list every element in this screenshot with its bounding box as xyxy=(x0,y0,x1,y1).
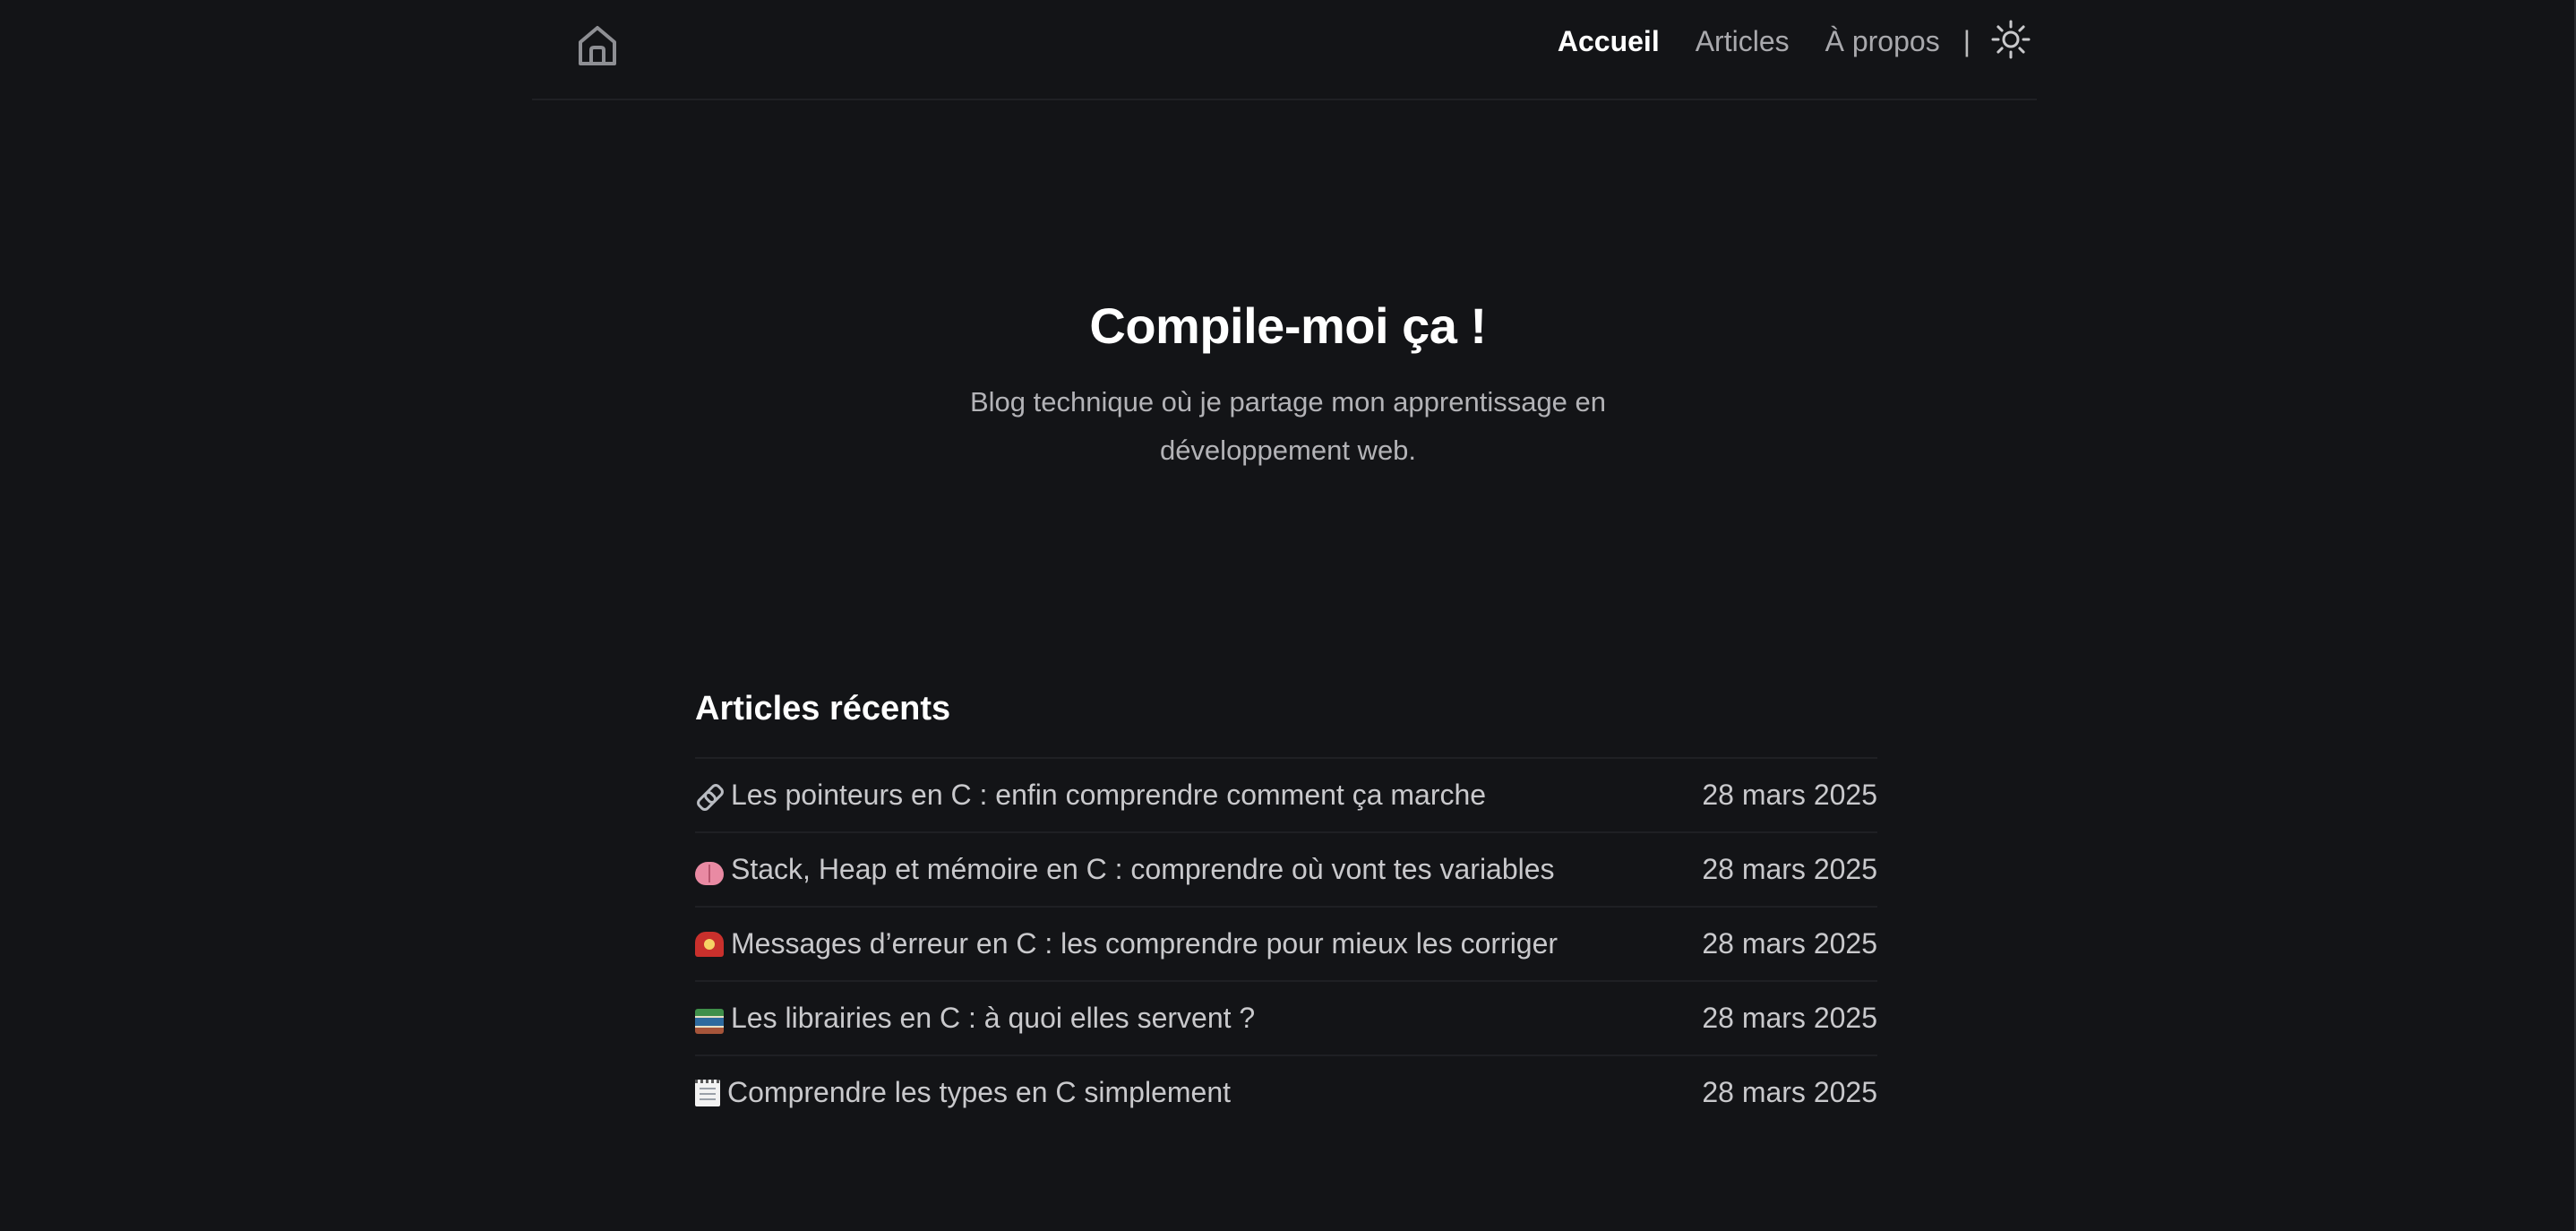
page-subtitle: Blog technique où je partage mon apprent… xyxy=(969,386,1607,466)
nav-item-accueil[interactable]: Accueil xyxy=(1558,25,1660,58)
recent-articles-heading: Articles récents xyxy=(695,690,951,727)
recent-articles: Articles récents Les pointeurs en C : en… xyxy=(695,681,1877,1129)
home-icon xyxy=(577,23,618,73)
article-date: 28 mars 2025 xyxy=(1702,1002,1877,1034)
brain-emoji-icon xyxy=(695,861,724,885)
page-title: Compile-moi ça ! xyxy=(1089,297,1487,354)
article-date: 28 mars 2025 xyxy=(1702,853,1877,885)
main-nav: Accueil Articles À propos | xyxy=(1522,0,2037,82)
article-title: Les librairies en C : à quoi elles serve… xyxy=(731,1002,1256,1034)
article-title-link[interactable]: Messages d’erreur en C : les comprendre … xyxy=(695,927,1558,960)
article-title: Stack, Heap et mémoire en C : comprendre… xyxy=(731,853,1555,885)
theme-toggle-button[interactable] xyxy=(1990,20,2031,64)
nav-separator: | xyxy=(1962,24,1971,57)
page: Accueil Articles À propos | Compile-moi … xyxy=(0,0,2576,1231)
article-row[interactable]: Les pointeurs en C : enfin comprendre co… xyxy=(695,757,1877,831)
nav-item-a-propos[interactable]: À propos xyxy=(1825,25,1940,58)
article-date: 28 mars 2025 xyxy=(1702,779,1877,811)
article-list: Les pointeurs en C : enfin comprendre co… xyxy=(695,757,1877,1129)
article-row[interactable]: Comprendre les types en C simplement 28 … xyxy=(695,1055,1877,1129)
article-title-link[interactable]: Les librairies en C : à quoi elles serve… xyxy=(695,1002,1255,1035)
article-date: 28 mars 2025 xyxy=(1702,1076,1877,1108)
article-title-link[interactable]: Les pointeurs en C : enfin comprendre co… xyxy=(695,779,1486,812)
nav-item-articles[interactable]: Articles xyxy=(1696,25,1790,58)
sun-icon xyxy=(1991,20,2031,64)
article-title: Messages d’erreur en C : les comprendre … xyxy=(731,927,1558,960)
article-row[interactable]: Stack, Heap et mémoire en C : comprendre… xyxy=(695,831,1877,906)
books-emoji-icon xyxy=(695,1008,724,1034)
article-row[interactable]: Les librairies en C : à quoi elles serve… xyxy=(695,980,1877,1055)
article-row[interactable]: Messages d’erreur en C : les comprendre … xyxy=(695,906,1877,980)
site-header: Accueil Articles À propos | xyxy=(532,0,2037,100)
article-title-link[interactable]: Comprendre les types en C simplement xyxy=(695,1076,1231,1109)
article-title: Comprendre les types en C simplement xyxy=(727,1076,1232,1108)
article-title-link[interactable]: Stack, Heap et mémoire en C : comprendre… xyxy=(695,853,1555,886)
notepad-emoji-icon xyxy=(695,1079,720,1106)
article-date: 28 mars 2025 xyxy=(1702,927,1877,960)
home-link[interactable] xyxy=(571,22,623,73)
article-title: Les pointeurs en C : enfin comprendre co… xyxy=(731,779,1487,811)
link-emoji-icon xyxy=(695,781,724,810)
hero: Compile-moi ça ! Blog technique où je pa… xyxy=(0,292,2576,475)
siren-emoji-icon xyxy=(695,931,724,957)
